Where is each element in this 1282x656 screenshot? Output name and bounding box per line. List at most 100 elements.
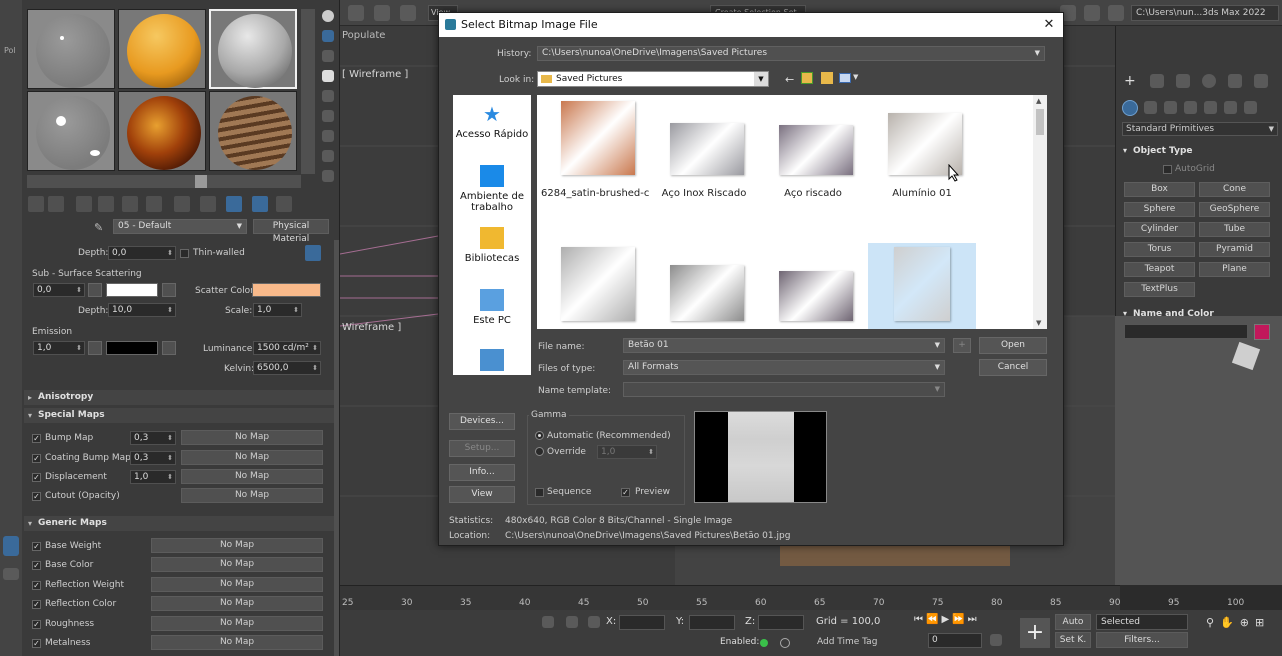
cutout-button[interactable]: No Map bbox=[181, 488, 323, 503]
motion-tab-icon[interactable] bbox=[1202, 74, 1216, 88]
emission-color-map-button[interactable] bbox=[162, 341, 176, 355]
render-icon[interactable] bbox=[1108, 5, 1124, 21]
show-end-result-icon[interactable] bbox=[226, 196, 242, 212]
close-icon[interactable]: ✕ bbox=[1039, 15, 1059, 35]
populate-tab[interactable]: Populate bbox=[342, 30, 412, 44]
roughness-button[interactable]: No Map bbox=[151, 616, 323, 631]
reset-map-icon[interactable] bbox=[98, 196, 114, 212]
slots-hscrollbar[interactable] bbox=[27, 175, 301, 188]
teapot-button[interactable]: Teapot bbox=[1124, 262, 1195, 277]
render-frame-icon[interactable] bbox=[1084, 5, 1100, 21]
scroll-down-icon[interactable]: ▼ bbox=[1036, 319, 1041, 327]
file-item[interactable] bbox=[541, 245, 649, 329]
sss-depth-spinner[interactable]: 10,0 bbox=[108, 303, 176, 317]
special-maps-rollout[interactable]: Special Maps bbox=[24, 408, 334, 423]
side-collapse-icon[interactable] bbox=[3, 568, 19, 580]
back-icon[interactable]: ← bbox=[785, 73, 794, 86]
enabled-indicator-icon[interactable] bbox=[760, 639, 768, 647]
file-name-field[interactable]: Betão 01 ▼ bbox=[623, 338, 945, 353]
place-this-pc[interactable]: Este PC bbox=[453, 289, 531, 326]
scroll-thumb[interactable] bbox=[1036, 109, 1044, 135]
cylinder-button[interactable]: Cylinder bbox=[1124, 222, 1195, 237]
set-key-button[interactable]: Set K. bbox=[1055, 632, 1091, 648]
view-button[interactable]: View bbox=[449, 486, 515, 503]
put-to-library-icon[interactable] bbox=[146, 196, 162, 212]
coating-bump-checkbox[interactable]: ✓ bbox=[32, 454, 41, 463]
file-item-selected[interactable] bbox=[868, 243, 976, 329]
torus-button[interactable]: Torus bbox=[1124, 242, 1195, 257]
sequence-checkbox[interactable] bbox=[535, 488, 544, 497]
object-name-field[interactable] bbox=[1124, 324, 1248, 339]
backlight-icon[interactable] bbox=[322, 30, 334, 42]
bump-map-spinner[interactable]: 0,3 bbox=[130, 431, 176, 445]
y-coordinate-field[interactable] bbox=[689, 615, 735, 630]
x-coordinate-field[interactable] bbox=[619, 615, 665, 630]
file-item[interactable]: Aço riscado bbox=[759, 101, 867, 199]
key-mode-icon[interactable]: + bbox=[1020, 618, 1050, 648]
gamma-override-radio[interactable] bbox=[535, 447, 544, 456]
emission-weight-spinner[interactable]: 1,0 bbox=[33, 341, 85, 355]
history-dropdown[interactable]: C:\Users\nunoa\OneDrive\Imagens\Saved Pi… bbox=[537, 46, 1045, 61]
scale-spinner[interactable]: 1,0 bbox=[253, 303, 302, 317]
material-slot-4[interactable] bbox=[27, 91, 115, 171]
options-icon[interactable] bbox=[322, 130, 334, 142]
slots-scrollbar[interactable] bbox=[301, 9, 315, 174]
material-slot-5[interactable] bbox=[118, 91, 206, 171]
name-and-color-rollout[interactable]: Name and Color bbox=[1121, 307, 1279, 321]
metalness-button[interactable]: No Map bbox=[151, 635, 323, 650]
viewport-label-left[interactable]: Wireframe ] bbox=[342, 322, 401, 333]
gamma-automatic-radio[interactable] bbox=[535, 431, 544, 440]
make-preview-icon[interactable] bbox=[322, 110, 334, 122]
pyramid-button[interactable]: Pyramid bbox=[1199, 242, 1270, 257]
right-viewport[interactable] bbox=[1115, 315, 1282, 585]
files-of-type-dropdown[interactable]: All Formats ▼ bbox=[623, 360, 945, 375]
sss-color-swatch[interactable] bbox=[106, 283, 158, 297]
place-desktop[interactable]: Ambiente de trabalho bbox=[453, 165, 531, 213]
up-folder-icon[interactable] bbox=[801, 72, 813, 84]
material-slot-1[interactable] bbox=[27, 9, 115, 89]
select-by-material-icon[interactable] bbox=[322, 150, 334, 162]
tube-button[interactable]: Tube bbox=[1199, 222, 1270, 237]
show-map-icon[interactable] bbox=[200, 196, 216, 212]
preview-checkbox[interactable]: ✓ bbox=[621, 488, 630, 497]
open-button[interactable]: Open bbox=[979, 337, 1047, 354]
sample-uv-icon[interactable] bbox=[322, 70, 334, 82]
depth-spinner[interactable]: 0,0 bbox=[108, 246, 176, 260]
sample-type-icon[interactable] bbox=[322, 10, 334, 22]
make-unique-icon[interactable] bbox=[122, 196, 138, 212]
side-grid-icon[interactable] bbox=[3, 536, 19, 556]
base-weight-button[interactable]: No Map bbox=[151, 538, 323, 553]
cancel-button[interactable]: Cancel bbox=[979, 359, 1047, 376]
place-libraries[interactable]: Bibliotecas bbox=[453, 227, 531, 264]
material-type-button[interactable]: Physical Material bbox=[253, 219, 329, 244]
isolate-icon[interactable] bbox=[542, 616, 554, 628]
object-color-swatch[interactable] bbox=[1254, 324, 1270, 340]
material-slot-6[interactable] bbox=[209, 91, 297, 171]
add-time-tag[interactable]: Add Time Tag bbox=[817, 637, 877, 647]
metalness-checkbox[interactable]: ✓ bbox=[32, 639, 41, 648]
select-region-icon[interactable] bbox=[374, 5, 390, 21]
material-id-icon[interactable] bbox=[174, 196, 190, 212]
file-item[interactable]: 6284_satin-brushed-co... bbox=[541, 101, 649, 199]
view-menu-icon[interactable] bbox=[839, 73, 851, 83]
sphere-button[interactable]: Sphere bbox=[1124, 202, 1195, 217]
reflection-color-checkbox[interactable]: ✓ bbox=[32, 600, 41, 609]
coating-bump-spinner[interactable]: 0,3 bbox=[130, 451, 176, 465]
file-item[interactable] bbox=[650, 245, 758, 329]
place-quick-access[interactable]: ★ Acesso Rápido bbox=[453, 103, 531, 140]
displacement-button[interactable]: No Map bbox=[181, 469, 323, 484]
displacement-spinner[interactable]: 1,0 bbox=[130, 470, 176, 484]
cameras-icon[interactable] bbox=[1184, 101, 1197, 114]
geometry-icon[interactable] bbox=[1122, 100, 1138, 116]
material-name-field[interactable]: 05 - Default ▼ bbox=[113, 219, 247, 234]
emission-map-button[interactable] bbox=[88, 341, 102, 355]
playback-controls[interactable]: ⏮⏪▶⏩⏭ bbox=[914, 614, 980, 625]
base-color-button[interactable]: No Map bbox=[151, 557, 323, 572]
category-dropdown[interactable]: Standard Primitives ▼ bbox=[1122, 122, 1278, 136]
file-list[interactable]: 6284_satin-brushed-co... Aço Inox Riscad… bbox=[537, 95, 1047, 329]
shapes-icon[interactable] bbox=[1144, 101, 1157, 114]
autogrid-checkbox[interactable]: AutoGrid bbox=[1163, 164, 1215, 174]
bump-map-checkbox[interactable]: ✓ bbox=[32, 434, 41, 443]
object-type-rollout[interactable]: Object Type bbox=[1121, 144, 1279, 158]
reflection-color-button[interactable]: No Map bbox=[151, 596, 323, 611]
